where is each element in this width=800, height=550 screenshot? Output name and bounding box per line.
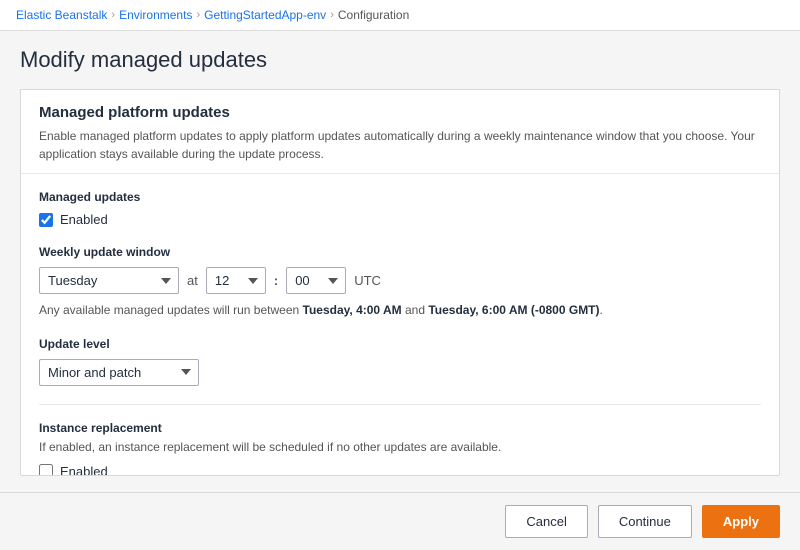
managed-updates-card: Managed platform updates Enable managed … bbox=[20, 89, 780, 476]
info-mid: and bbox=[402, 303, 429, 317]
card-header-description: Enable managed platform updates to apply… bbox=[39, 127, 761, 163]
cancel-button[interactable]: Cancel bbox=[505, 505, 587, 538]
instance-replacement-desc: If enabled, an instance replacement will… bbox=[39, 439, 761, 456]
page-container: Modify managed updates Managed platform … bbox=[0, 31, 800, 492]
breadcrumb-elastic-beanstalk[interactable]: Elastic Beanstalk bbox=[16, 8, 107, 22]
update-level-label: Update level bbox=[39, 337, 761, 351]
breadcrumb-environments[interactable]: Environments bbox=[119, 8, 192, 22]
weekly-window-section: Weekly update window Tuesday Monday Wedn… bbox=[39, 245, 761, 319]
breadcrumb-sep-1: › bbox=[111, 9, 115, 21]
breadcrumb-sep-2: › bbox=[196, 9, 200, 21]
instance-replacement-enabled-row: Enabled bbox=[39, 464, 761, 476]
weekly-window-label: Weekly update window bbox=[39, 245, 761, 259]
instance-replacement-section: Instance replacement If enabled, an inst… bbox=[39, 421, 761, 476]
colon-separator: : bbox=[274, 273, 278, 288]
weekly-window-row: Tuesday Monday Wednesday Thursday Friday… bbox=[39, 267, 761, 294]
managed-updates-checkbox[interactable] bbox=[39, 213, 53, 227]
at-label: at bbox=[187, 273, 198, 288]
update-level-section: Update level Minor and patch Patch only bbox=[39, 337, 761, 386]
managed-updates-checkbox-label: Enabled bbox=[60, 212, 108, 227]
hour-select[interactable]: 12 00010203 04050607 08091011 13141516 1… bbox=[206, 267, 266, 294]
breadcrumb-sep-3: › bbox=[330, 9, 334, 21]
action-bar: Cancel Continue Apply bbox=[0, 492, 800, 550]
utc-label: UTC bbox=[354, 273, 381, 288]
instance-replacement-checkbox-label: Enabled bbox=[60, 464, 108, 476]
card-header: Managed platform updates Enable managed … bbox=[21, 90, 779, 174]
page-title: Modify managed updates bbox=[20, 47, 780, 73]
managed-updates-enabled-row: Enabled bbox=[39, 212, 761, 227]
info-prefix: Any available managed updates will run b… bbox=[39, 303, 303, 317]
instance-replacement-checkbox[interactable] bbox=[39, 464, 53, 476]
info-bold-1: Tuesday, 4:00 AM bbox=[303, 303, 402, 317]
breadcrumb-configuration: Configuration bbox=[338, 8, 409, 22]
managed-updates-section: Managed updates Enabled bbox=[39, 190, 761, 227]
managed-updates-label: Managed updates bbox=[39, 190, 761, 204]
divider bbox=[39, 404, 761, 405]
continue-button[interactable]: Continue bbox=[598, 505, 692, 538]
card-header-title: Managed platform updates bbox=[39, 104, 761, 121]
info-bold-2: Tuesday, 6:00 AM (-0800 GMT) bbox=[428, 303, 599, 317]
card-body: Managed updates Enabled Weekly update wi… bbox=[21, 174, 779, 476]
info-suffix: . bbox=[600, 303, 603, 317]
window-info-text: Any available managed updates will run b… bbox=[39, 302, 761, 319]
minute-select[interactable]: 00 15 30 45 bbox=[286, 267, 346, 294]
apply-button[interactable]: Apply bbox=[702, 505, 780, 538]
instance-replacement-label: Instance replacement bbox=[39, 421, 761, 435]
update-level-select[interactable]: Minor and patch Patch only bbox=[39, 359, 199, 386]
day-select[interactable]: Tuesday Monday Wednesday Thursday Friday… bbox=[39, 267, 179, 294]
breadcrumb: Elastic Beanstalk › Environments › Getti… bbox=[0, 0, 800, 31]
breadcrumb-app-env[interactable]: GettingStartedApp-env bbox=[204, 8, 326, 22]
